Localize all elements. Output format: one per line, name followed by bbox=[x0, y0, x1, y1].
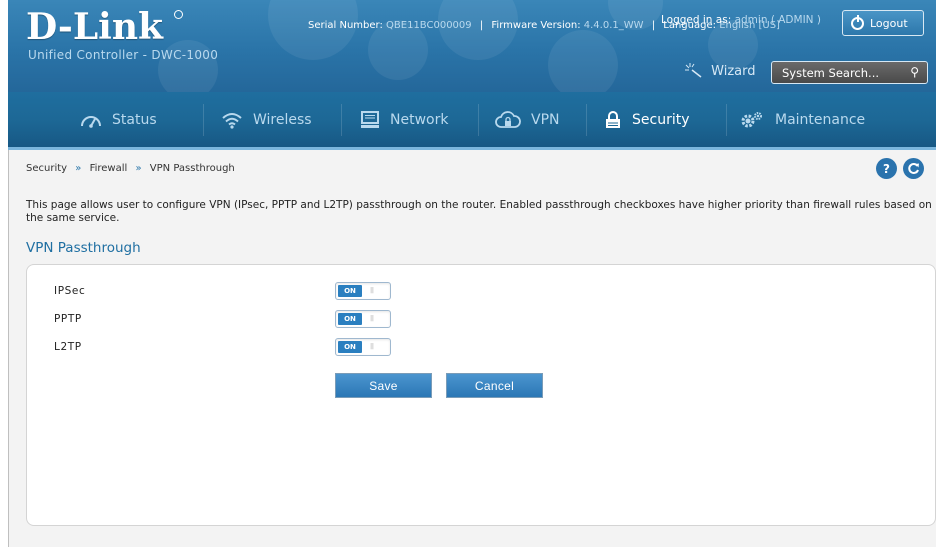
l2tp-label: L2TP bbox=[54, 341, 82, 353]
nav-divider bbox=[586, 104, 587, 136]
toggle-grip-icon: ||| bbox=[370, 315, 374, 322]
wizard-label: Wizard bbox=[711, 64, 756, 79]
logout-button[interactable]: Logout bbox=[842, 10, 924, 36]
nav-divider bbox=[203, 104, 204, 136]
help-icon[interactable]: ? bbox=[876, 158, 897, 179]
nav-divider bbox=[478, 104, 479, 136]
cloud-lock-icon bbox=[495, 110, 521, 129]
nav-item-security[interactable]: Security bbox=[604, 92, 690, 147]
nav-divider bbox=[341, 104, 342, 136]
nav-item-wireless[interactable]: Wireless bbox=[221, 92, 312, 147]
gears-icon bbox=[739, 111, 765, 129]
main-nav: Status Wireless Network VPN Security Mai… bbox=[8, 92, 936, 150]
logged-in-info: Logged in as: admin ( ADMIN ) bbox=[661, 14, 821, 26]
nav-label: VPN bbox=[531, 111, 560, 128]
nav-label: Security bbox=[632, 111, 690, 128]
breadcrumb: Security » Firewall » VPN Passthrough bbox=[26, 163, 235, 174]
breadcrumb-security[interactable]: Security bbox=[26, 163, 67, 174]
power-icon bbox=[851, 14, 864, 30]
l2tp-toggle[interactable]: ON ||| bbox=[335, 338, 391, 356]
nav-divider bbox=[726, 104, 727, 136]
toggle-grip-icon: ||| bbox=[370, 343, 374, 350]
pptp-label: PPTP bbox=[54, 313, 82, 325]
firmware-value: 4.4.0.1_WW bbox=[583, 20, 644, 31]
nav-item-status[interactable]: Status bbox=[80, 92, 157, 147]
info-divider: | bbox=[651, 20, 656, 31]
info-divider: | bbox=[479, 20, 484, 31]
logged-user: admin ( ADMIN ) bbox=[734, 14, 821, 26]
product-name: Unified Controller - DWC-1000 bbox=[28, 48, 219, 62]
nav-item-maintenance[interactable]: Maintenance bbox=[739, 92, 865, 147]
cancel-button[interactable]: Cancel bbox=[446, 373, 543, 398]
wizard-link[interactable]: Wizard bbox=[684, 62, 755, 79]
logged-label: Logged in as: bbox=[661, 14, 732, 26]
nav-item-vpn[interactable]: VPN bbox=[495, 92, 560, 147]
header-banner: D-Link Unified Controller - DWC-1000 Ser… bbox=[8, 0, 936, 92]
dlink-logo: D-Link bbox=[26, 6, 163, 48]
save-button[interactable]: Save bbox=[335, 373, 432, 398]
nav-label: Network bbox=[390, 111, 449, 128]
ipsec-label: IPSec bbox=[54, 285, 86, 297]
lock-icon bbox=[604, 110, 622, 129]
breadcrumb-firewall[interactable]: Firewall bbox=[90, 163, 128, 174]
toggle-on-label: ON bbox=[338, 285, 362, 297]
breadcrumb-current: VPN Passthrough bbox=[149, 163, 235, 174]
toggle-on-label: ON bbox=[338, 341, 362, 353]
pptp-toggle[interactable]: ON ||| bbox=[335, 310, 391, 328]
nav-label: Status bbox=[112, 111, 157, 128]
system-search-input[interactable]: System Search... ⚲ bbox=[771, 61, 928, 84]
search-placeholder: System Search... bbox=[782, 66, 880, 80]
section-title: VPN Passthrough bbox=[26, 240, 141, 256]
logout-label: Logout bbox=[870, 16, 908, 30]
nav-label: Wireless bbox=[253, 111, 312, 128]
breadcrumb-separator: » bbox=[75, 163, 82, 174]
toggle-on-label: ON bbox=[338, 313, 362, 325]
monitor-icon bbox=[360, 110, 380, 129]
serial-label: Serial Number: bbox=[308, 20, 383, 31]
breadcrumb-separator: » bbox=[135, 163, 142, 174]
search-icon[interactable]: ⚲ bbox=[910, 65, 919, 79]
page-description: This page allows user to configure VPN (… bbox=[26, 199, 932, 224]
nav-label: Maintenance bbox=[775, 111, 866, 128]
ipsec-toggle[interactable]: ON ||| bbox=[335, 282, 391, 300]
refresh-icon[interactable] bbox=[903, 158, 924, 179]
toggle-grip-icon: ||| bbox=[370, 287, 374, 294]
wifi-icon bbox=[221, 111, 243, 129]
wizard-wand-icon bbox=[685, 63, 702, 78]
registered-mark-icon bbox=[174, 10, 183, 19]
nav-item-network[interactable]: Network bbox=[360, 92, 448, 147]
serial-value: QBE11BC000009 bbox=[386, 20, 472, 31]
firmware-label: Firmware Version: bbox=[491, 20, 581, 31]
dashboard-icon bbox=[80, 111, 102, 129]
